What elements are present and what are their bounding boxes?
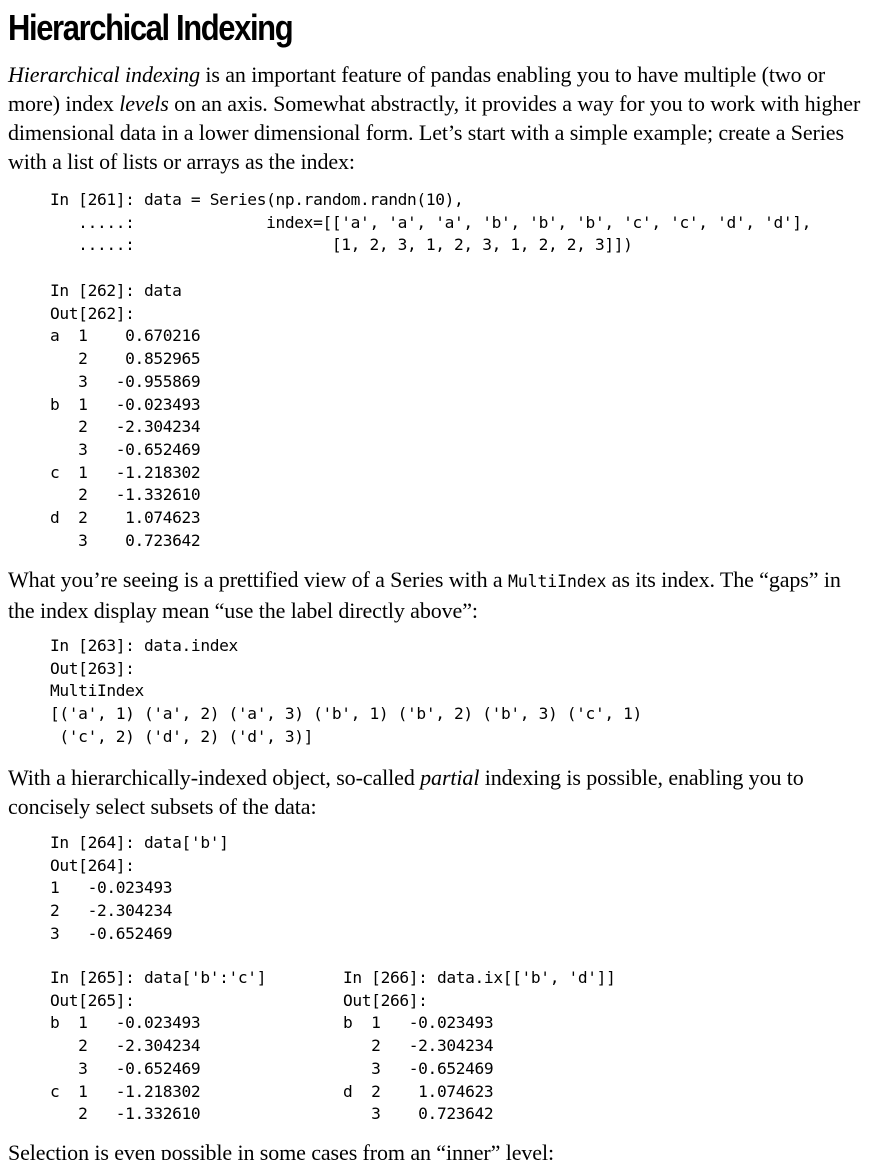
term-partial: partial xyxy=(420,765,480,790)
code-block-in262: In [262]: data Out[262]: a 1 0.670216 2 … xyxy=(50,281,201,550)
intro-paragraph: Hierarchical indexing is an important fe… xyxy=(8,60,864,176)
code-block-in264: In [264]: data['b'] Out[264]: 1 -0.02349… xyxy=(50,833,229,943)
term-levels: levels xyxy=(119,91,169,116)
code-block-in263: In [263]: data.index Out[263]: MultiInde… xyxy=(50,636,642,746)
code-block-in261: In [261]: data = Series(np.random.randn(… xyxy=(50,190,812,255)
prettified-paragraph: What you’re seeing is a prettified view … xyxy=(8,565,864,625)
section-heading: Hierarchical Indexing xyxy=(8,7,294,48)
inline-code-multiindex: MultiIndex xyxy=(507,572,607,591)
prettified-text-1: What you’re seeing is a prettified view … xyxy=(8,567,508,592)
code-block-in266: In [266]: data.ix[['b', 'd']] Out[266]: … xyxy=(343,968,616,1124)
book-page: Hierarchical Indexing Hierarchical index… xyxy=(0,0,888,1160)
inner-level-paragraph: Selection is even possible in some cases… xyxy=(8,1140,554,1160)
partial-paragraph: With a hierarchically-indexed object, so… xyxy=(8,763,864,821)
code-block-in265: In [265]: data['b':'c'] Out[265]: b 1 -0… xyxy=(50,968,267,1124)
partial-text-1: With a hierarchically-indexed object, so… xyxy=(8,765,421,790)
term-hierarchical-indexing: Hierarchical indexing xyxy=(8,62,200,87)
